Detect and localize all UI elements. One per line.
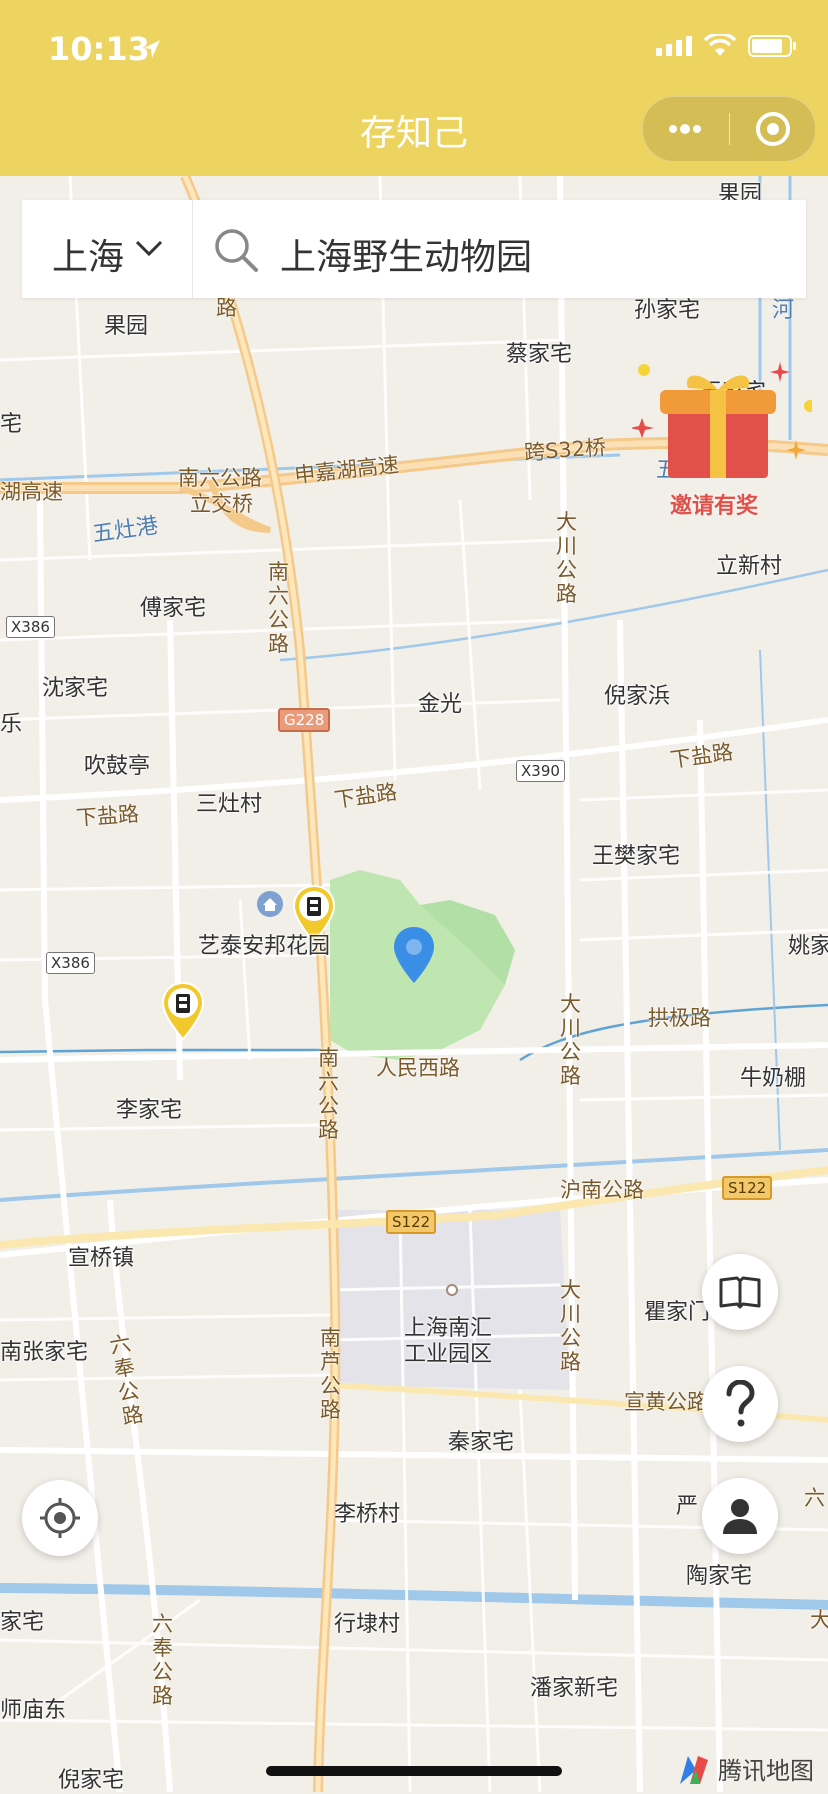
gift-icon: [630, 362, 816, 478]
destination-marker[interactable]: [392, 925, 436, 985]
residential-poi-icon: [257, 891, 283, 917]
road-label: 南六公路: [318, 1046, 339, 1142]
place-label: 秦家宅: [448, 1430, 515, 1455]
road-label: 沪南公路: [560, 1178, 644, 1202]
place-label: 潘家新宅: [530, 1676, 619, 1701]
profile-button[interactable]: [702, 1478, 778, 1554]
tencent-map-logo-icon: [680, 1756, 708, 1784]
place-label: 宅: [0, 412, 23, 437]
place-label: 傅家宅: [140, 596, 207, 621]
place-label: 艺泰安邦花园: [198, 934, 331, 959]
road-label: 人民西路: [376, 1056, 460, 1080]
help-button[interactable]: [702, 1366, 778, 1442]
road-label: 南芦公路: [320, 1326, 341, 1422]
place-label: 倪家浜: [604, 684, 671, 709]
search-icon[interactable]: [212, 226, 260, 274]
book-icon: [719, 1276, 761, 1309]
location-arrow-icon: [144, 40, 160, 58]
road-label: 大川公路: [560, 1278, 581, 1374]
road-shield: X390: [516, 760, 565, 782]
place-label: 瞿家门: [644, 1300, 711, 1325]
wifi-icon: [704, 34, 736, 56]
storage-locker-marker[interactable]: [161, 981, 205, 1041]
road-label: 立交桥: [190, 492, 253, 516]
place-label: 沈家宅: [42, 676, 109, 701]
place-label: 行埭村: [334, 1612, 401, 1637]
road-label: 南六公路: [268, 560, 289, 656]
road-shield: S122: [386, 1210, 437, 1234]
road-shield: G228: [278, 708, 331, 732]
place-label: 师庙东: [0, 1698, 67, 1723]
mini-program-capsule: [642, 96, 816, 162]
place-label: 吹鼓亭: [84, 754, 151, 779]
search-bar[interactable]: 上海 上海野生动物园: [22, 200, 806, 298]
place-label: 南张家宅: [0, 1340, 89, 1365]
search-input[interactable]: 上海野生动物园: [280, 228, 532, 280]
map-attribution: 腾讯地图: [676, 1750, 814, 1786]
close-miniprogram-icon[interactable]: [753, 109, 793, 149]
place-label: 严: [676, 1494, 699, 1519]
battery-icon: [748, 35, 796, 57]
place-label: 倪家宅: [58, 1768, 125, 1793]
promo-label: 邀请有奖: [670, 494, 759, 519]
status-time: 10:13: [48, 30, 150, 68]
road-shield: X386: [46, 952, 95, 974]
place-label: 家宅: [0, 1610, 45, 1635]
road-label: 跨S32桥: [523, 435, 607, 465]
road-label: 六奉公路: [152, 1612, 173, 1708]
place-label: 陶家宅: [686, 1564, 753, 1589]
locate-icon: [40, 1498, 80, 1538]
road-label: 大川公路: [560, 992, 581, 1088]
place-label: 果园: [104, 314, 149, 339]
place-label: 乐: [0, 712, 23, 737]
place-label: 李家宅: [116, 1098, 183, 1123]
attribution-text: 腾讯地图: [718, 1756, 814, 1785]
signal-icon: [656, 36, 692, 56]
place-label: 蔡家宅: [506, 342, 573, 367]
place-label: 李桥村: [334, 1502, 401, 1527]
user-icon: [723, 1499, 757, 1534]
status-icons: [656, 34, 798, 58]
road-label: 湖高速: [0, 480, 63, 504]
place-label: 王樊家宅: [592, 844, 681, 869]
chevron-down-icon[interactable]: [134, 238, 164, 258]
road-shield: X386: [6, 616, 55, 638]
city-selector[interactable]: 上海: [52, 228, 124, 280]
place-label: 三灶村: [196, 792, 263, 817]
road-label: 大川公路: [556, 510, 577, 606]
top-bar: 10:13 存知己: [0, 0, 828, 176]
road-label: 下盐路: [75, 801, 140, 831]
road-label: 六: [804, 1486, 825, 1510]
place-label: 工业园区: [404, 1342, 493, 1367]
place-label: 立新村: [716, 554, 783, 579]
road-label: 拱极路: [648, 1006, 711, 1030]
road-label: 大: [810, 1608, 828, 1632]
locate-button[interactable]: [22, 1480, 98, 1556]
home-indicator: [266, 1766, 562, 1776]
invite-reward-promo[interactable]: 邀请有奖: [630, 362, 816, 522]
guide-button[interactable]: [702, 1254, 778, 1330]
place-label: 金光: [418, 692, 463, 717]
road-shield: S122: [722, 1176, 773, 1200]
help-icon: [726, 1380, 755, 1427]
place-label: 姚家: [788, 934, 828, 959]
place-label: 宣桥镇: [68, 1246, 135, 1271]
place-label: 牛奶棚: [740, 1066, 807, 1091]
industrial-poi-icon: [446, 1284, 458, 1296]
more-icon[interactable]: [665, 117, 705, 141]
road-label: 宣黄公路: [624, 1390, 708, 1414]
